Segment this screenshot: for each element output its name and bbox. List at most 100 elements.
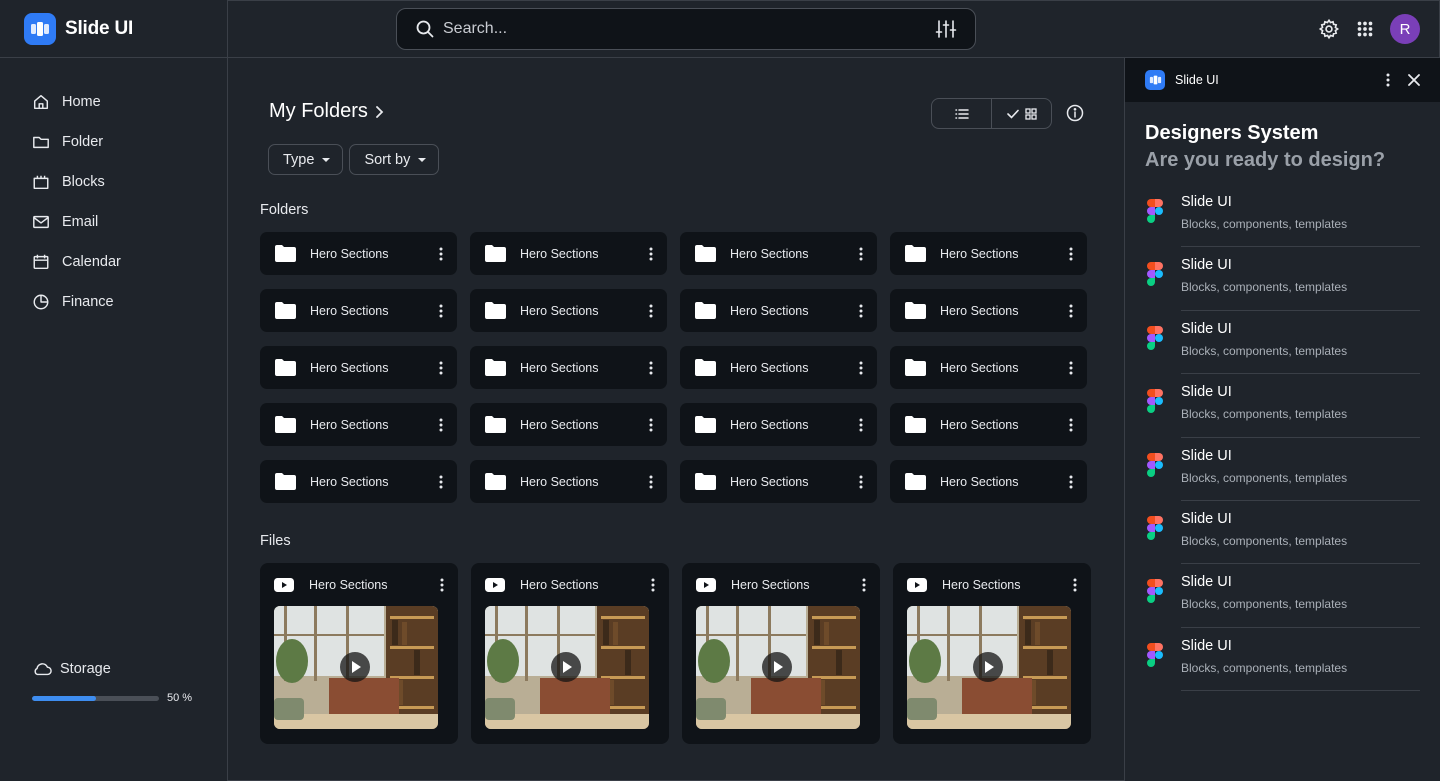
folder-card[interactable]: Hero Sections (260, 403, 457, 446)
more-vertical-icon[interactable] (439, 304, 443, 318)
sidebar-item-email[interactable]: Email (0, 202, 227, 242)
panel-item-title: Slide UI (1181, 510, 1232, 527)
play-button[interactable] (551, 652, 581, 682)
sidebar-item-folder[interactable]: Folder (0, 122, 227, 162)
sidebar: Slide UI Home Folder Blocks Email Calend… (0, 0, 228, 781)
panel-list-item[interactable]: Slide UI Blocks, components, templates (1125, 501, 1440, 565)
more-vertical-icon[interactable] (862, 578, 866, 592)
type-dropdown[interactable]: Type (268, 144, 344, 175)
folder-card[interactable]: Hero Sections (890, 289, 1087, 332)
sidebar-item-home[interactable]: Home (0, 82, 227, 122)
folder-name: Hero Sections (940, 246, 1019, 261)
video-thumbnail[interactable] (485, 606, 649, 729)
more-vertical-icon[interactable] (859, 304, 863, 318)
more-vertical-icon[interactable] (1069, 361, 1073, 375)
folder-icon (33, 136, 49, 149)
file-card[interactable]: Hero Sections (471, 563, 669, 744)
more-vertical-icon[interactable] (649, 475, 653, 489)
apps-grid-icon[interactable] (1354, 18, 1376, 40)
more-vertical-icon[interactable] (1073, 578, 1077, 592)
folder-card[interactable]: Hero Sections (470, 346, 667, 389)
play-button[interactable] (762, 652, 792, 682)
folder-card[interactable]: Hero Sections (890, 346, 1087, 389)
folder-card[interactable]: Hero Sections (680, 232, 877, 275)
play-button[interactable] (973, 652, 1003, 682)
more-vertical-icon[interactable] (649, 418, 653, 432)
folder-card[interactable]: Hero Sections (680, 460, 877, 503)
video-thumbnail[interactable] (274, 606, 438, 729)
folder-card[interactable]: Hero Sections (890, 232, 1087, 275)
folder-card[interactable]: Hero Sections (260, 346, 457, 389)
brand[interactable]: Slide UI (0, 0, 227, 58)
file-card[interactable]: Hero Sections (260, 563, 458, 744)
folder-card[interactable]: Hero Sections (890, 460, 1087, 503)
file-card[interactable]: Hero Sections (682, 563, 880, 744)
more-vertical-icon[interactable] (859, 475, 863, 489)
list-view-button[interactable] (932, 99, 991, 128)
panel-item-text: Slide UI Blocks, components, templates (1181, 638, 1347, 691)
more-vertical-icon[interactable] (649, 304, 653, 318)
info-icon[interactable] (1066, 104, 1084, 122)
more-vertical-icon[interactable] (1069, 304, 1073, 318)
more-vertical-icon[interactable] (859, 361, 863, 375)
panel-item-subtitle: Blocks, components, templates (1181, 407, 1348, 422)
panel-list-item[interactable]: Slide UI Blocks, components, templates (1125, 247, 1440, 312)
file-card[interactable]: Hero Sections (893, 563, 1091, 744)
folder-card[interactable]: Hero Sections (260, 232, 457, 275)
folder-card[interactable]: Hero Sections (470, 289, 667, 332)
sort-dropdown[interactable]: Sort by (349, 144, 440, 175)
more-vertical-icon[interactable] (1069, 247, 1073, 261)
folder-card[interactable]: Hero Sections (470, 460, 667, 503)
more-vertical-icon[interactable] (439, 247, 443, 261)
panel-list-item[interactable]: Slide UI Blocks, components, templates (1125, 628, 1440, 692)
cloud-icon (34, 663, 52, 676)
more-vertical-icon[interactable] (859, 418, 863, 432)
app-name: Slide UI (65, 17, 134, 39)
panel-list-item[interactable]: Slide UI Blocks, components, templates (1125, 374, 1440, 438)
sidebar-item-blocks[interactable]: Blocks (0, 162, 227, 202)
folder-name: Hero Sections (520, 474, 599, 489)
more-vertical-icon[interactable] (1069, 475, 1073, 489)
panel-item-text: Slide UI Blocks, components, templates (1181, 511, 1347, 564)
more-vertical-icon[interactable] (649, 247, 653, 261)
folder-name: Hero Sections (730, 303, 809, 318)
folder-card[interactable]: Hero Sections (260, 289, 457, 332)
search-input[interactable] (443, 20, 935, 38)
folder-card[interactable]: Hero Sections (470, 403, 667, 446)
folder-icon (905, 473, 926, 490)
more-vertical-icon[interactable] (859, 247, 863, 261)
sidebar-item-finance[interactable]: Finance (0, 282, 227, 322)
more-vertical-icon[interactable] (1386, 73, 1390, 87)
more-vertical-icon[interactable] (1069, 418, 1073, 432)
folder-card[interactable]: Hero Sections (680, 346, 877, 389)
avatar[interactable]: R (1390, 14, 1420, 44)
folder-card[interactable]: Hero Sections (680, 289, 877, 332)
sort-dropdown-label: Sort by (364, 151, 411, 168)
more-vertical-icon[interactable] (439, 361, 443, 375)
panel-list-item[interactable]: Slide UI Blocks, components, templates (1125, 564, 1440, 629)
search-bar[interactable] (396, 8, 976, 50)
breadcrumb[interactable]: My Folders (269, 100, 386, 123)
filter-sliders-icon[interactable] (935, 19, 957, 39)
video-thumbnail[interactable] (696, 606, 860, 729)
folder-card[interactable]: Hero Sections (470, 232, 667, 275)
folder-card[interactable]: Hero Sections (260, 460, 457, 503)
folder-icon (485, 245, 506, 262)
more-vertical-icon[interactable] (439, 418, 443, 432)
gear-icon[interactable] (1318, 18, 1340, 40)
close-icon[interactable] (1408, 74, 1420, 86)
play-button[interactable] (340, 652, 370, 682)
video-thumbnail[interactable] (907, 606, 1071, 729)
more-vertical-icon[interactable] (649, 361, 653, 375)
panel-list-item[interactable]: Slide UI Blocks, components, templates (1125, 438, 1440, 502)
sidebar-item-calendar[interactable]: Calendar (0, 242, 227, 282)
more-vertical-icon[interactable] (440, 578, 444, 592)
panel-item-title: Slide UI (1181, 574, 1232, 591)
more-vertical-icon[interactable] (651, 578, 655, 592)
panel-list-item[interactable]: Slide UI Blocks, components, templates (1125, 311, 1440, 375)
more-vertical-icon[interactable] (439, 475, 443, 489)
folder-card[interactable]: Hero Sections (890, 403, 1087, 446)
panel-list-item[interactable]: Slide UI Blocks, components, templates (1125, 184, 1440, 248)
grid-view-button[interactable] (991, 99, 1051, 128)
folder-card[interactable]: Hero Sections (680, 403, 877, 446)
